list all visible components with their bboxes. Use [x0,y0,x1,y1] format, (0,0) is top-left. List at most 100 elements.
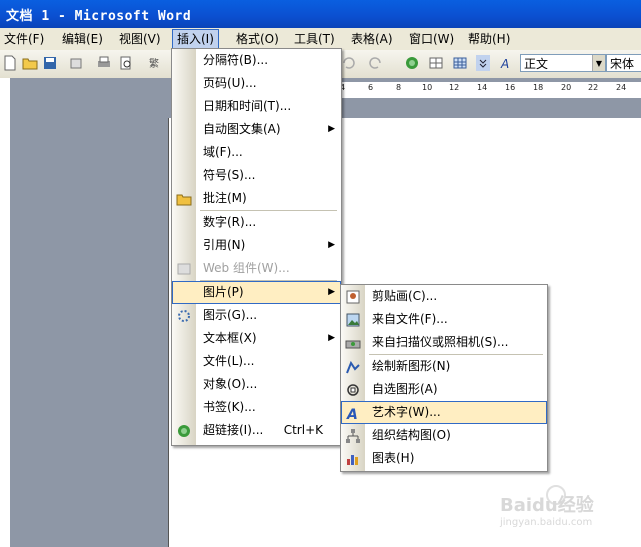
permission-icon[interactable] [68,55,84,71]
watermark-subtext: jingyan.baidu.com [500,517,593,528]
menu-item-label: 艺术字(W)... [372,405,441,419]
menu-item-new-drawing[interactable]: 绘制新图形(N) [341,355,547,378]
menu-item-number[interactable]: 数字(R)... [172,211,341,234]
submenu-arrow-icon: ▶ [328,287,335,297]
menu-view[interactable]: 视图(V) [115,30,165,48]
diagram-icon [178,310,190,322]
menu-window[interactable]: 窗口(W) [405,30,458,48]
style-combobox[interactable]: 正文 ▼ [520,54,606,72]
toolbar-options-icon[interactable] [476,55,490,71]
menu-item-text-box[interactable]: 文本框(X) ▶ [172,327,341,350]
menu-item-autotext[interactable]: 自动图文集(A) ▶ [172,118,341,141]
submenu-arrow-icon: ▶ [328,124,335,134]
menu-item-autoshapes[interactable]: 自选图形(A) [341,378,547,401]
redo-icon[interactable] [368,55,384,71]
ruler-tick: 20 [561,83,572,92]
menu-format[interactable]: 格式(O) [232,30,283,48]
menu-item-web-component: Web 组件(W)... [172,257,341,280]
menu-bar: 文件(F) 编辑(E) 视图(V) 插入(I) 格式(O) 工具(T) 表格(A… [0,28,641,50]
menu-item-hyperlink[interactable]: 超链接(I)... Ctrl+K [172,419,341,442]
menu-table[interactable]: 表格(A) [347,30,397,48]
svg-text:繁: 繁 [149,57,159,70]
new-drawing-icon [346,360,360,374]
menu-item-chart[interactable]: 图表(H) [341,447,547,470]
menu-item-label: 来自扫描仪或照相机(S)... [372,335,509,349]
font-value: 宋体 [610,57,635,71]
menu-item-label: 文本框(X) [203,331,257,345]
menu-item-label: 引用(N) [203,238,246,252]
menu-insert[interactable]: 插入(I) [172,29,219,49]
menu-item-label: 图片(P) [203,285,244,299]
menu-item-label: 组织结构图(O) [372,428,451,442]
menu-help[interactable]: 帮助(H) [464,30,514,48]
web-component-icon [177,263,191,275]
menu-edit[interactable]: 编辑(E) [58,30,107,48]
ruler-tick: 12 [449,83,460,92]
font-combobox[interactable]: 宋体 [606,54,641,72]
autoshapes-icon [347,384,359,396]
menu-item-label: 自选图形(A) [372,382,438,396]
menu-item-clip-art[interactable]: 剪贴画(C)... [341,285,547,308]
tables-borders-icon[interactable] [428,55,444,71]
menu-item-file[interactable]: 文件(L)... [172,350,341,373]
menu-item-page-numbers[interactable]: 页码(U)... [172,72,341,95]
menu-item-object[interactable]: 对象(O)... [172,373,341,396]
ruler-tick: 24 [616,83,627,92]
menu-item-picture[interactable]: 图片(P) ▶ [172,281,341,304]
chevron-down-icon[interactable]: ▼ [592,55,605,71]
menu-item-label: 符号(S)... [203,168,256,182]
style-value: 正文 [524,57,549,71]
hyperlink-globe-icon [178,425,190,437]
menu-item-reference[interactable]: 引用(N) ▶ [172,234,341,257]
menu-item-label: 来自文件(F)... [372,312,448,326]
ruler-tick: 8 [396,83,402,92]
menu-item-label: 数字(R)... [203,215,257,229]
menu-item-symbol[interactable]: 符号(S)... [172,164,341,187]
chart-icon [347,455,358,465]
ruler-tick: 22 [588,83,599,92]
print-preview-icon[interactable] [118,55,134,71]
hyperlink-icon[interactable] [404,55,420,71]
picture-submenu: 剪贴画(C)... 来自文件(F)... 来自扫描仪或照相机(S)... 绘制新… [340,284,548,472]
ruler-tick: 14 [477,83,488,92]
org-chart-icon [346,429,360,443]
ruler-tick: 10 [422,83,433,92]
menu-item-bookmark[interactable]: 书签(K)... [172,396,341,419]
menu-item-date-time[interactable]: 日期和时间(T)... [172,95,341,118]
menu-file[interactable]: 文件(F) [0,30,48,48]
undo-icon[interactable] [340,55,356,71]
menu-item-label: 超链接(I)... [203,423,264,437]
menu-item-diagram[interactable]: 图示(G)... [172,304,341,327]
styles-formatting-icon[interactable]: A [500,55,516,71]
svg-text:A: A [346,407,358,421]
menu-item-label: 页码(U)... [203,76,257,90]
menu-item-label: 批注(M) [203,191,247,205]
comment-folder-icon [176,194,192,206]
menu-item-comment[interactable]: 批注(M) [172,187,341,210]
menu-item-field[interactable]: 域(F)... [172,141,341,164]
save-icon[interactable] [42,55,58,71]
menu-item-break[interactable]: 分隔符(B)... [172,49,341,72]
wordart-icon: A [346,407,358,421]
menu-item-label: 分隔符(B)... [203,53,269,67]
menu-item-label: 图示(G)... [203,308,258,322]
menu-item-label: 书签(K)... [203,400,256,414]
baidu-watermark-logo: Baidu经验 jingyan.baidu.com [500,477,620,537]
menu-item-wordart[interactable]: A 艺术字(W)... [341,401,547,424]
menu-item-org-chart[interactable]: 组织结构图(O) [341,424,547,447]
menu-item-label: 图表(H) [372,451,415,465]
submenu-arrow-icon: ▶ [328,333,335,343]
menu-item-from-scanner[interactable]: 来自扫描仪或照相机(S)... [341,331,547,354]
scanner-icon [345,340,361,349]
menu-tools[interactable]: 工具(T) [290,30,339,48]
open-folder-icon[interactable] [22,55,38,71]
spelling-icon[interactable]: 繁 [148,55,164,71]
menu-item-label: 自动图文集(A) [203,122,281,136]
menu-item-shortcut: Ctrl+K [283,423,323,437]
print-icon[interactable] [96,55,112,71]
insert-table-icon[interactable] [452,55,468,71]
horizontal-ruler[interactable]: 4 6 8 10 12 14 16 18 20 22 24 [340,82,641,99]
clip-art-icon [346,290,360,304]
new-document-icon[interactable] [2,55,18,71]
menu-item-from-file[interactable]: 来自文件(F)... [341,308,547,331]
